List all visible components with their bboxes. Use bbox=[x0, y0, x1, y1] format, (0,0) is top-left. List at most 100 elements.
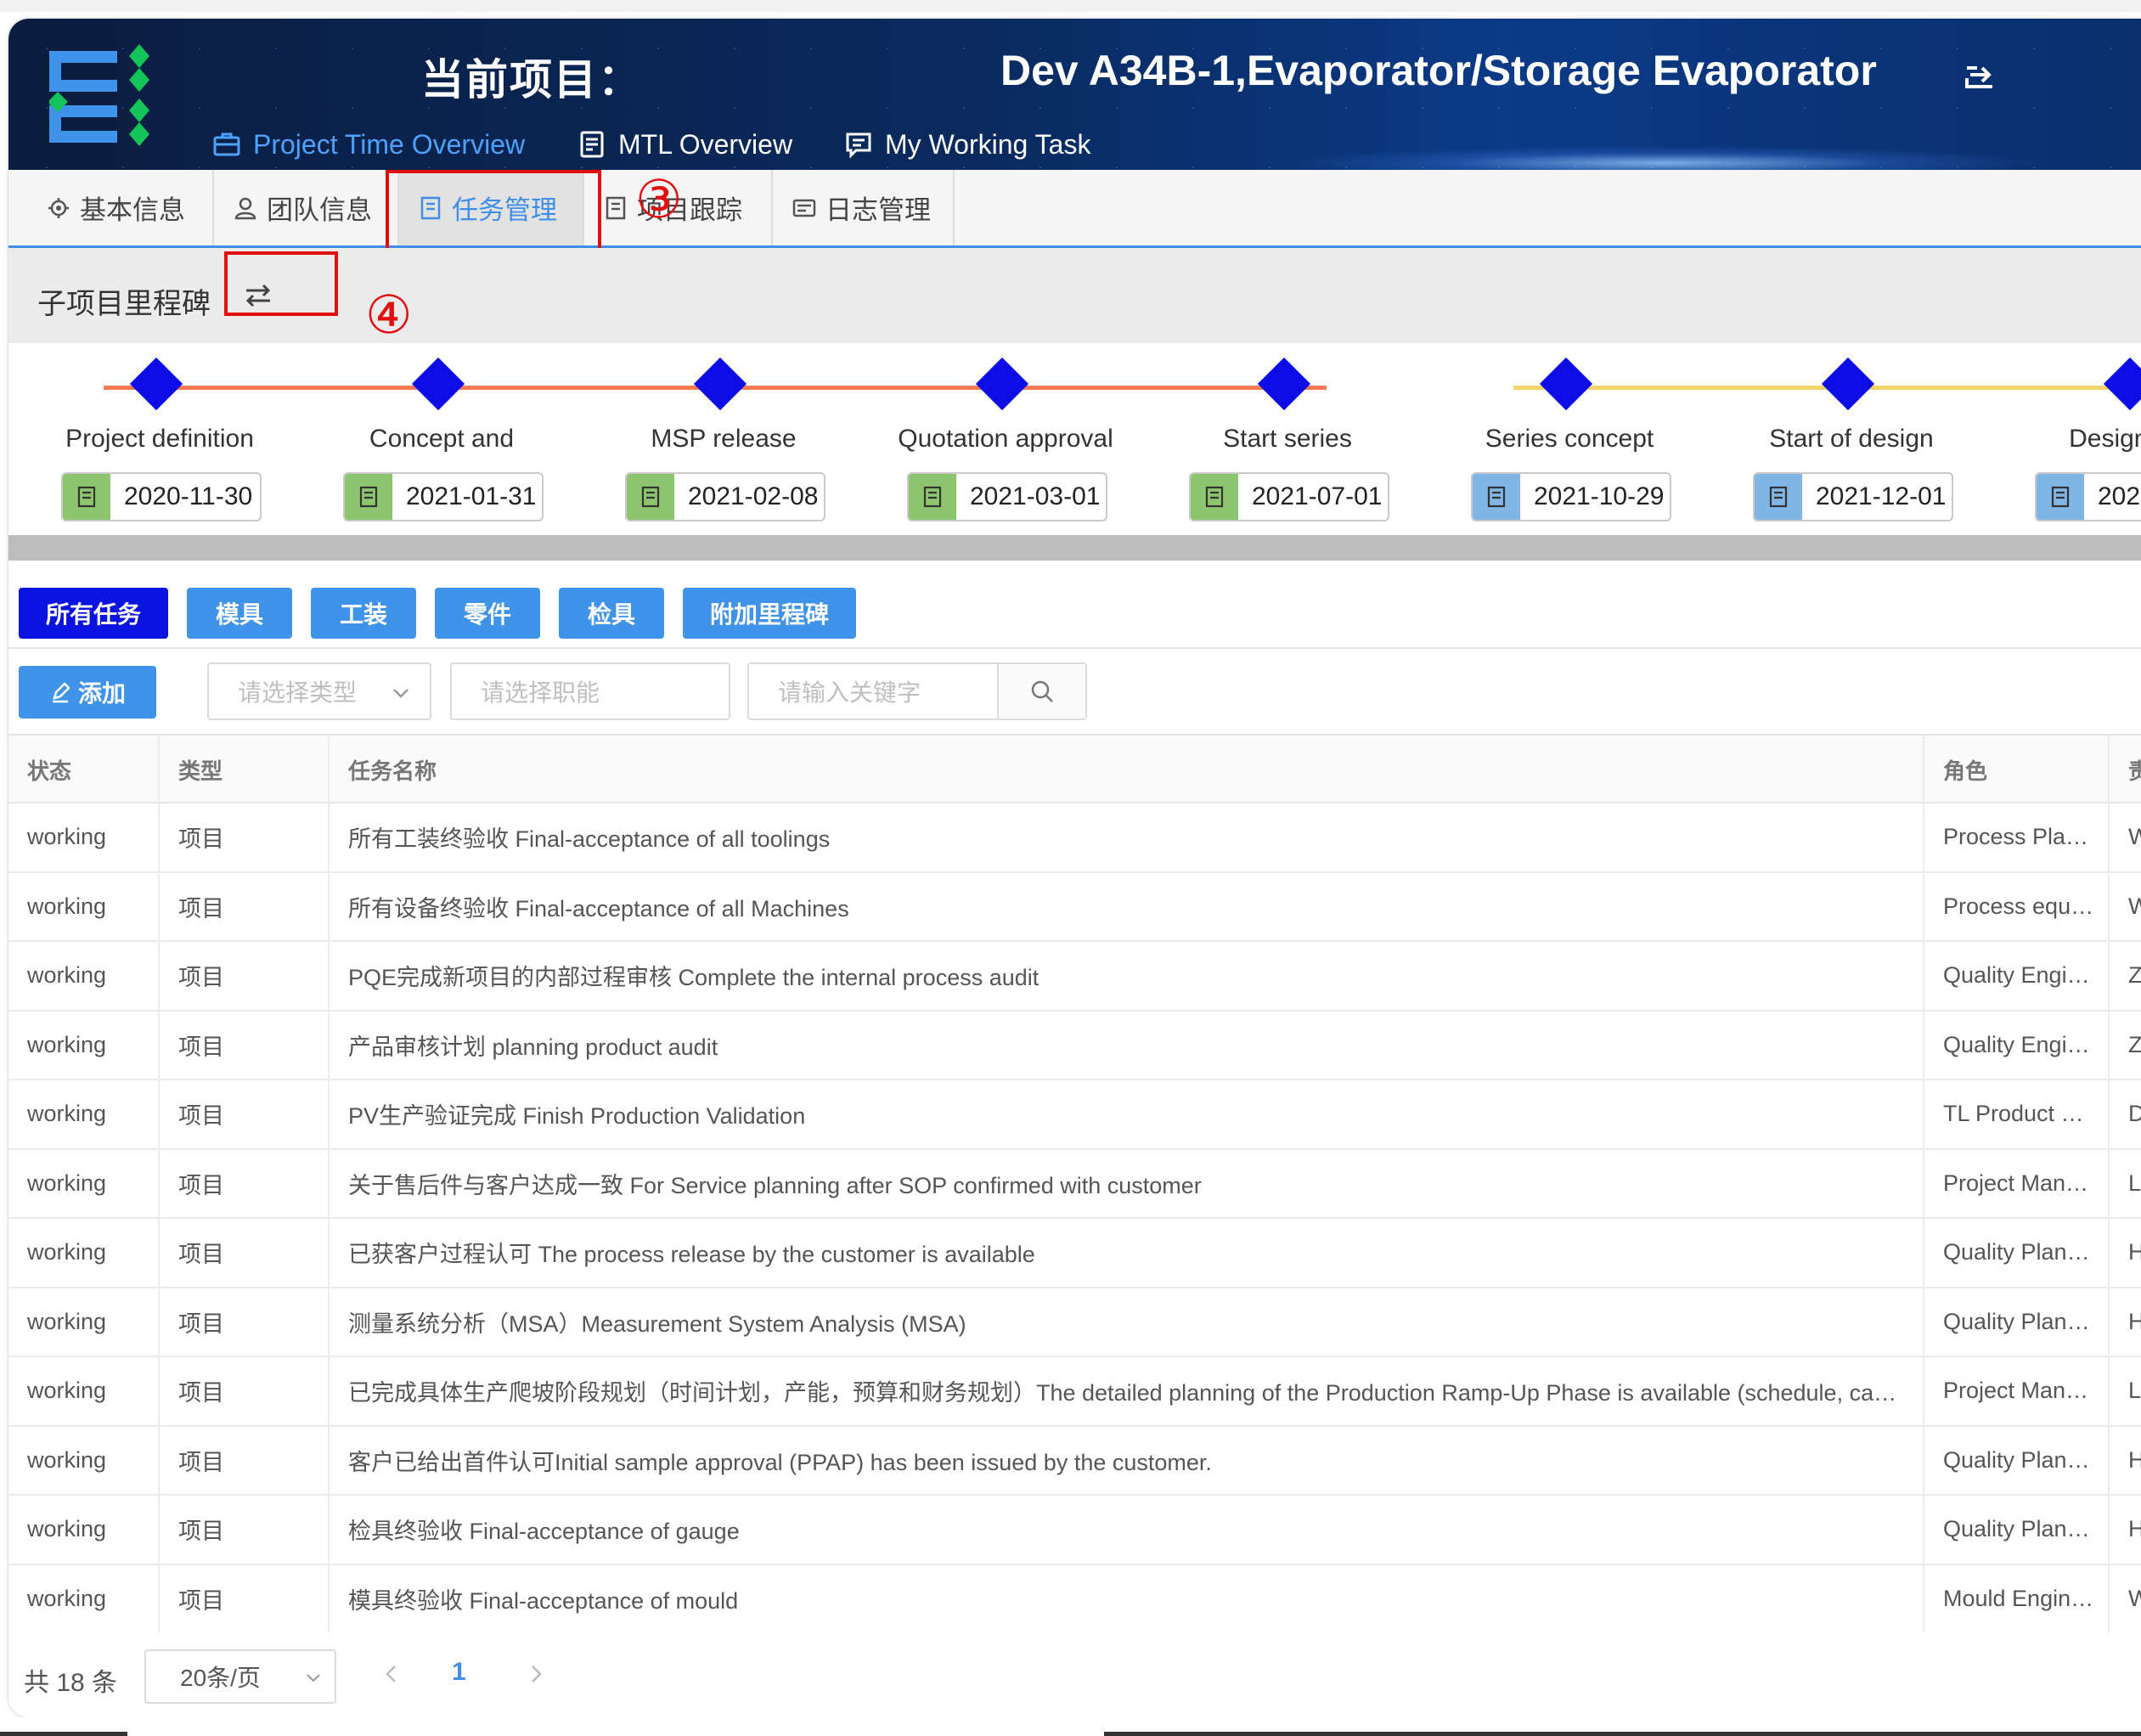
status-cell: working bbox=[8, 1080, 160, 1148]
current-page[interactable]: 1 bbox=[452, 1658, 466, 1687]
screen-bottom-strip bbox=[0, 1717, 2141, 1736]
milestone-item: Concept and 2021-01-31 bbox=[301, 343, 583, 552]
type-cell: 项目 bbox=[160, 1011, 330, 1079]
task-name-cell: 产品审核计划 planning product audit bbox=[330, 1011, 1924, 1079]
column-task-name[interactable]: 任务名称 bbox=[330, 736, 1924, 803]
table-row[interactable]: working 项目 模具终验收 Final-acceptance of mould… bbox=[8, 1564, 2141, 1634]
milestone-diamond-icon[interactable] bbox=[129, 357, 183, 411]
type-cell: 项目 bbox=[160, 942, 330, 1010]
owner-cell: H bbox=[2110, 1288, 2141, 1356]
annotation-box-swap bbox=[224, 251, 338, 316]
column-status[interactable]: 状态 bbox=[8, 736, 160, 803]
table-row[interactable]: working 项目 测量系统分析（MSA）Measurement System A… bbox=[8, 1288, 2141, 1357]
total-count: 共 18 条 bbox=[24, 1669, 118, 1697]
milestone-diamond-icon[interactable] bbox=[693, 357, 747, 411]
timeline-scrollbar[interactable] bbox=[8, 535, 2141, 561]
type-cell: 项目 bbox=[160, 1080, 330, 1148]
table-row[interactable]: working 项目 所有设备终验收 Final-acceptance of all… bbox=[8, 872, 2141, 942]
filter-tooling[interactable]: 工装 bbox=[311, 588, 416, 639]
add-task-button[interactable]: 添加 bbox=[19, 666, 156, 719]
filter-gauge[interactable]: 检具 bbox=[559, 588, 664, 639]
function-select[interactable]: 请选择职能 bbox=[450, 662, 730, 720]
milestone-name: Quotation approval bbox=[898, 425, 1113, 453]
milestone-date-field[interactable]: 2021-01-31 bbox=[343, 472, 544, 521]
type-select[interactable]: 请选择类型 bbox=[207, 662, 431, 720]
task-filter-bar: 所有任务 模具 工装 零件 检具 附加里程碑 bbox=[8, 561, 2141, 649]
milestone-diamond-icon[interactable] bbox=[1257, 357, 1311, 411]
milestone-name: Concept and bbox=[369, 425, 515, 453]
switch-project-icon[interactable] bbox=[1962, 56, 1997, 92]
keyword-search-input[interactable]: 请输入关键字 bbox=[747, 662, 999, 720]
role-cell: Project Man… bbox=[1924, 1357, 2110, 1425]
filter-additional-milestone[interactable]: 附加里程碑 bbox=[683, 588, 856, 639]
milestone-date-field[interactable]: 2022 bbox=[2035, 472, 2141, 521]
milestone-diamond-icon[interactable] bbox=[1821, 357, 1875, 411]
tab-log-management[interactable]: 日志管理 bbox=[773, 170, 955, 245]
owner-cell: W bbox=[2110, 1565, 2141, 1633]
annotation-marker-4: ④ bbox=[365, 284, 413, 346]
table-row[interactable]: working 项目 已完成具体生产爬坡阶段规划（时间计划，产能，预算和财务规划）T… bbox=[8, 1357, 2141, 1427]
next-page-icon[interactable] bbox=[523, 1661, 549, 1687]
milestone-date-field[interactable]: 2021-10-29 bbox=[1471, 472, 1671, 521]
prev-page-icon[interactable] bbox=[379, 1661, 404, 1687]
task-name-cell: 检具终验收 Final-acceptance of gauge bbox=[330, 1496, 1924, 1564]
bookmark-icon bbox=[1473, 474, 1520, 520]
role-cell: Quality Plan… bbox=[1924, 1219, 2110, 1287]
tab-team-info[interactable]: 团队信息 bbox=[214, 170, 399, 245]
type-cell: 项目 bbox=[160, 1564, 330, 1632]
chevron-down-icon bbox=[393, 689, 408, 698]
owner-cell: H bbox=[2110, 1219, 2141, 1287]
milestone-item: Project definition 2020-11-30 bbox=[19, 343, 301, 552]
filter-mould[interactable]: 模具 bbox=[187, 588, 292, 639]
app-window: 当前项目： Dev A34B-1,Evaporator/Storage Evap… bbox=[8, 19, 2141, 1717]
role-cell: Process Pla… bbox=[1924, 803, 2110, 871]
milestone-date-field[interactable]: 2021-03-01 bbox=[907, 472, 1107, 521]
filter-all-tasks[interactable]: 所有任务 bbox=[19, 588, 168, 639]
page-size-select[interactable]: 20条/页 bbox=[144, 1649, 336, 1704]
column-role[interactable]: 角色 bbox=[1924, 736, 2110, 803]
task-name-cell: PQE完成新项目的内部过程审核 Complete the internal pr… bbox=[330, 942, 1924, 1010]
column-owner[interactable]: 责 bbox=[2110, 736, 2141, 803]
table-row[interactable]: working 项目 所有工装终验收 Final-acceptance of all… bbox=[8, 803, 2141, 873]
table-row[interactable]: working 项目 PV生产验证完成 Finish Production Vali… bbox=[8, 1080, 2141, 1150]
tab-bar: 基本信息 团队信息 任务管理 项目跟踪 日志管理 bbox=[8, 170, 2141, 248]
milestone-name: Design and bbox=[2069, 425, 2141, 453]
milestone-date-field[interactable]: 2020-11-30 bbox=[61, 472, 262, 521]
milestone-date-field[interactable]: 2021-02-08 bbox=[625, 472, 825, 521]
milestone-diamond-icon[interactable] bbox=[975, 357, 1029, 411]
keyword-placeholder: 请输入关键字 bbox=[778, 679, 921, 706]
milestone-date-field[interactable]: 2021-07-01 bbox=[1189, 472, 1389, 521]
search-button[interactable] bbox=[999, 662, 1087, 720]
milestone-date-field[interactable]: 2021-12-01 bbox=[1753, 472, 1953, 521]
milestone-diamond-icon[interactable] bbox=[1539, 357, 1593, 411]
table-row[interactable]: working 项目 已获客户过程认可 The process release by… bbox=[8, 1219, 2141, 1288]
nav-project-time-overview[interactable]: Project Time Overview bbox=[212, 127, 525, 161]
type-cell: 项目 bbox=[160, 1219, 330, 1287]
milestone-diamond-icon[interactable] bbox=[411, 357, 465, 411]
role-cell: Quality Plan… bbox=[1924, 1496, 2110, 1564]
milestone-date: 2020-11-30 bbox=[124, 482, 253, 510]
status-cell: working bbox=[8, 1564, 160, 1632]
type-cell: 项目 bbox=[160, 1426, 330, 1494]
milestone-date: 2021-03-01 bbox=[970, 482, 1101, 510]
table-row[interactable]: working 项目 关于售后件与客户达成一致 For Service planni… bbox=[8, 1149, 2141, 1219]
owner-cell: W bbox=[2110, 873, 2141, 941]
task-name-cell: 客户已给出首件认可Initial sample approval (PPAP) … bbox=[330, 1426, 1924, 1494]
milestone-diamond-icon[interactable] bbox=[2103, 357, 2141, 411]
milestone-date: 2021-02-08 bbox=[688, 482, 819, 510]
milestone-timeline: Project definition 2020-11-30 Concept and 2… bbox=[8, 343, 2141, 552]
table-row[interactable]: working 项目 客户已给出首件认可Initial sample approva… bbox=[8, 1426, 2141, 1496]
nav-mtl-overview[interactable]: MTL Overview bbox=[578, 127, 792, 161]
type-cell: 项目 bbox=[160, 1149, 330, 1217]
tab-basic-info[interactable]: 基本信息 bbox=[27, 170, 214, 245]
column-type[interactable]: 类型 bbox=[160, 736, 330, 803]
table-row[interactable]: working 项目 检具终验收 Final-acceptance of gauge… bbox=[8, 1496, 2141, 1565]
nav-my-working-task[interactable]: My Working Task bbox=[844, 127, 1090, 161]
table-row[interactable]: working 项目 PQE完成新项目的内部过程审核 Complete the in… bbox=[8, 942, 2141, 1012]
milestone-date: 2021-10-29 bbox=[1534, 482, 1665, 510]
role-cell: Quality Engi… bbox=[1924, 1011, 2110, 1079]
function-select-placeholder: 请选择职能 bbox=[481, 679, 600, 706]
table-row[interactable]: working 项目 产品审核计划 planning product audit Qu… bbox=[8, 1011, 2141, 1080]
filter-parts[interactable]: 零件 bbox=[435, 588, 540, 639]
role-cell: Quality Plan… bbox=[1924, 1426, 2110, 1494]
